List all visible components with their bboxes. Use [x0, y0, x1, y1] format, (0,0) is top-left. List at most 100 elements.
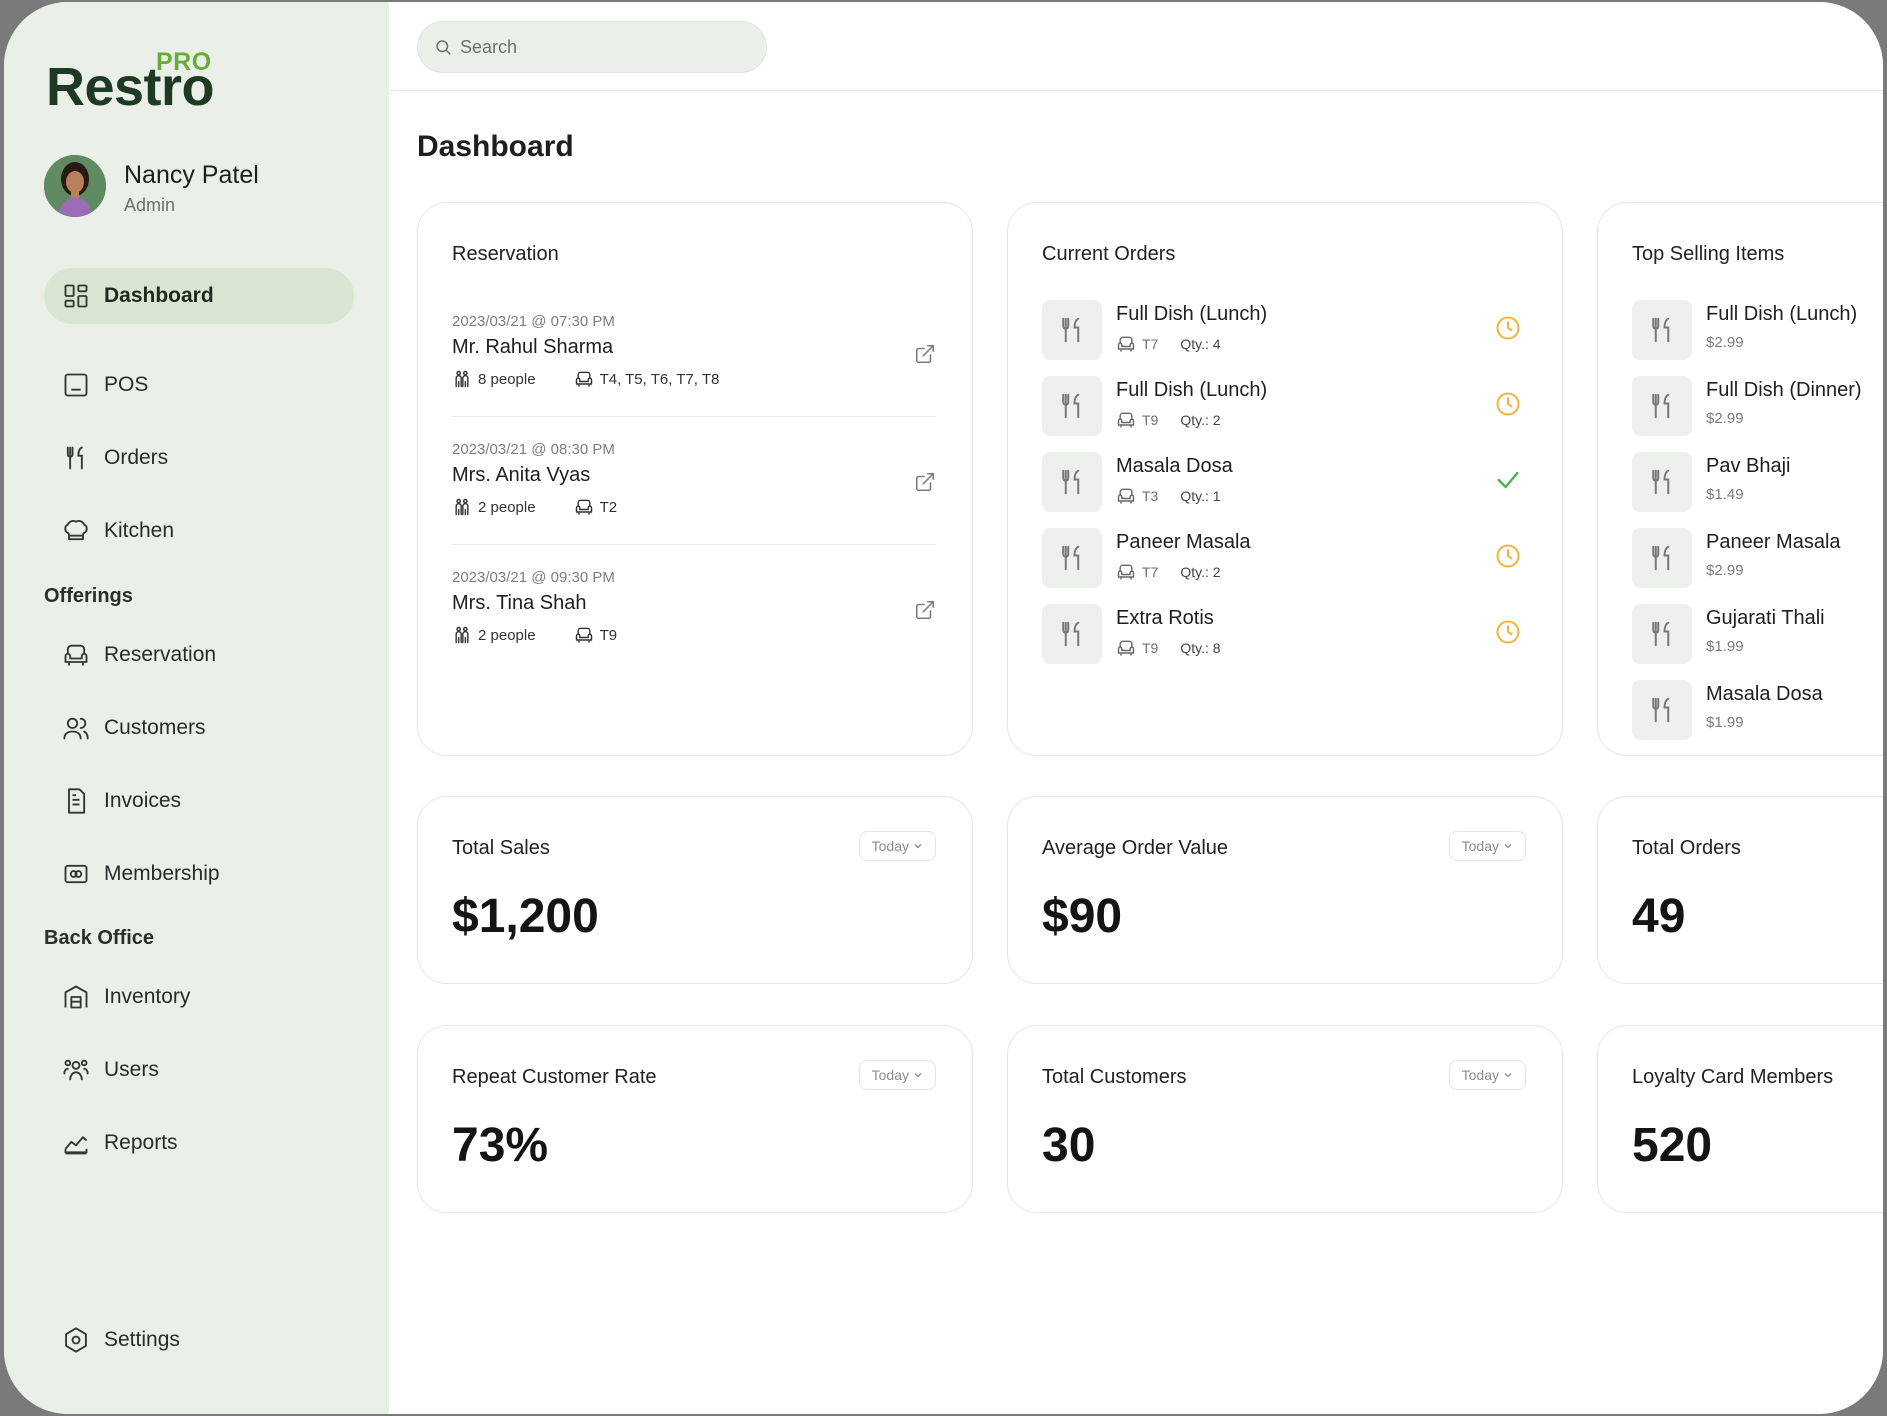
loyalty-card-members-card: Loyalty Card Members 520 — [1597, 1025, 1883, 1213]
period-dropdown[interactable]: Today — [858, 831, 936, 861]
armchair-icon — [1116, 562, 1136, 582]
order-table: T3 — [1142, 488, 1159, 504]
period-dropdown[interactable]: Today — [1448, 831, 1526, 861]
reservation-item[interactable]: 2023/03/21 @ 08:30 PM Mrs. Anita Vyas 2 … — [452, 441, 936, 547]
top-selling-item[interactable]: Paneer Masala $2.99 — [1632, 528, 1883, 590]
reservation-item[interactable]: 2023/03/21 @ 09:30 PM Mrs. Tina Shah 2 p… — [452, 569, 936, 675]
item-price: $2.99 — [1706, 562, 1744, 579]
armchair-icon — [1116, 638, 1136, 658]
period-dropdown[interactable]: Today — [858, 1060, 936, 1090]
reservation-datetime: 2023/03/21 @ 09:30 PM — [452, 569, 615, 586]
item-name: Gujarati Thali — [1706, 607, 1825, 629]
sidebar-item-inventory[interactable]: Inventory — [44, 969, 354, 1025]
order-name: Extra Rotis — [1116, 607, 1214, 629]
current-orders-card: Current Orders Full Dish (Lunch) T7 Qty.… — [1007, 202, 1563, 756]
order-item[interactable]: Full Dish (Lunch) T7 Qty.: 4 — [1042, 300, 1522, 362]
top-selling-item[interactable]: Pav Bhaji $1.49 — [1632, 452, 1883, 514]
item-price: $1.49 — [1706, 486, 1744, 503]
sidebar-item-settings[interactable]: Settings — [44, 1312, 354, 1368]
item-price: $1.99 — [1706, 714, 1744, 731]
top-selling-item[interactable]: Masala Dosa $1.99 — [1632, 680, 1883, 742]
external-link-icon[interactable] — [914, 599, 936, 621]
order-item[interactable]: Masala Dosa T3 Qty.: 1 — [1042, 452, 1522, 514]
fork-knife-icon — [1632, 300, 1692, 360]
reservation-name: Mrs. Tina Shah — [452, 592, 587, 614]
sidebar-item-dashboard[interactable]: Dashboard — [44, 268, 354, 324]
search-box[interactable] — [417, 21, 767, 73]
user-name: Nancy Patel — [124, 161, 259, 189]
users-icon — [62, 714, 90, 742]
fork-knife-icon — [62, 444, 90, 472]
sidebar-item-label: Kitchen — [104, 519, 175, 542]
top-selling-item[interactable]: Full Dish (Lunch) $2.99 — [1632, 300, 1883, 362]
sidebar-item-label: Reservation — [104, 643, 217, 666]
sidebar-item-invoices[interactable]: Invoices — [44, 773, 354, 829]
sidebar-item-pos[interactable]: POS — [44, 357, 354, 413]
sidebar-item-customers[interactable]: Customers — [44, 700, 354, 756]
top-selling-item[interactable]: Gujarati Thali $1.99 — [1632, 604, 1883, 666]
period-dropdown[interactable]: Today — [1448, 1060, 1526, 1090]
main-content: Dashboard Reservation 2023/03/21 @ 07:30… — [389, 2, 1883, 1414]
check-icon — [1497, 471, 1519, 489]
armchair-icon — [574, 497, 594, 517]
clock-icon — [1496, 392, 1520, 416]
stat-value: 520 — [1632, 1119, 1713, 1172]
fork-knife-icon — [1632, 376, 1692, 436]
sidebar-item-label: Membership — [104, 862, 220, 885]
order-qty: Qty.: 1 — [1180, 488, 1221, 504]
sidebar-item-reservation[interactable]: Reservation — [44, 627, 354, 683]
order-item[interactable]: Extra Rotis T9 Qty.: 8 — [1042, 604, 1522, 666]
topbar — [389, 2, 1883, 91]
page-title: Dashboard — [417, 130, 574, 163]
armchair-icon — [1116, 334, 1136, 354]
item-price: $2.99 — [1706, 334, 1744, 351]
order-qty: Qty.: 4 — [1180, 336, 1221, 352]
sidebar-item-kitchen[interactable]: Kitchen — [44, 503, 354, 559]
search-input[interactable] — [460, 36, 740, 58]
sidebar-item-label: Invoices — [104, 789, 182, 812]
sidebar-item-membership[interactable]: Membership — [44, 846, 354, 902]
stat-label: Total Orders — [1632, 837, 1741, 859]
average-order-value-card: Average Order Value Today $90 — [1007, 796, 1563, 984]
pos-icon — [62, 371, 90, 399]
order-name: Paneer Masala — [1116, 531, 1251, 553]
order-qty: Qty.: 2 — [1180, 412, 1221, 428]
reservation-people: 2 people — [478, 626, 536, 644]
order-item[interactable]: Paneer Masala T7 Qty.: 2 — [1042, 528, 1522, 590]
order-item[interactable]: Full Dish (Lunch) T9 Qty.: 2 — [1042, 376, 1522, 438]
order-table: T7 — [1142, 564, 1159, 580]
user-profile[interactable]: Nancy Patel Admin — [44, 155, 364, 219]
fork-knife-icon — [1042, 528, 1102, 588]
total-orders-card: Total Orders 49 — [1597, 796, 1883, 984]
stat-label: Repeat Customer Rate — [452, 1066, 657, 1088]
chevron-down-icon — [914, 844, 922, 849]
section-offerings: Offerings — [44, 585, 133, 607]
people-icon — [452, 497, 472, 517]
user-role: Admin — [124, 195, 176, 215]
total-sales-card: Total Sales Today $1,200 — [417, 796, 973, 984]
reservation-item[interactable]: 2023/03/21 @ 07:30 PM Mr. Rahul Sharma 8… — [452, 313, 936, 419]
reservation-name: Mrs. Anita Vyas — [452, 464, 591, 486]
logo-text: Restro — [46, 57, 215, 117]
reservation-tables: T2 — [599, 498, 618, 516]
sidebar-item-users[interactable]: Users — [44, 1042, 354, 1098]
item-name: Full Dish (Lunch) — [1706, 303, 1858, 325]
armchair-icon — [1116, 410, 1136, 430]
sidebar-item-label: Reports — [104, 1131, 178, 1154]
chevron-down-icon — [1504, 1073, 1512, 1078]
armchair-icon — [1116, 486, 1136, 506]
sidebar-item-orders[interactable]: Orders — [44, 430, 354, 486]
fork-knife-icon — [1042, 604, 1102, 664]
external-link-icon[interactable] — [914, 471, 936, 493]
armchair-icon — [62, 641, 90, 669]
sidebar-item-label: Orders — [104, 446, 169, 469]
stat-label: Loyalty Card Members — [1632, 1066, 1834, 1088]
clock-icon — [1496, 544, 1520, 568]
top-selling-item[interactable]: Full Dish (Dinner) $2.99 — [1632, 376, 1883, 438]
fork-knife-icon — [1632, 528, 1692, 588]
reservation-people: 2 people — [478, 498, 536, 516]
sidebar-item-label: Users — [104, 1058, 159, 1081]
chart-icon — [62, 1129, 90, 1157]
sidebar-item-reports[interactable]: Reports — [44, 1115, 354, 1171]
external-link-icon[interactable] — [914, 343, 936, 365]
